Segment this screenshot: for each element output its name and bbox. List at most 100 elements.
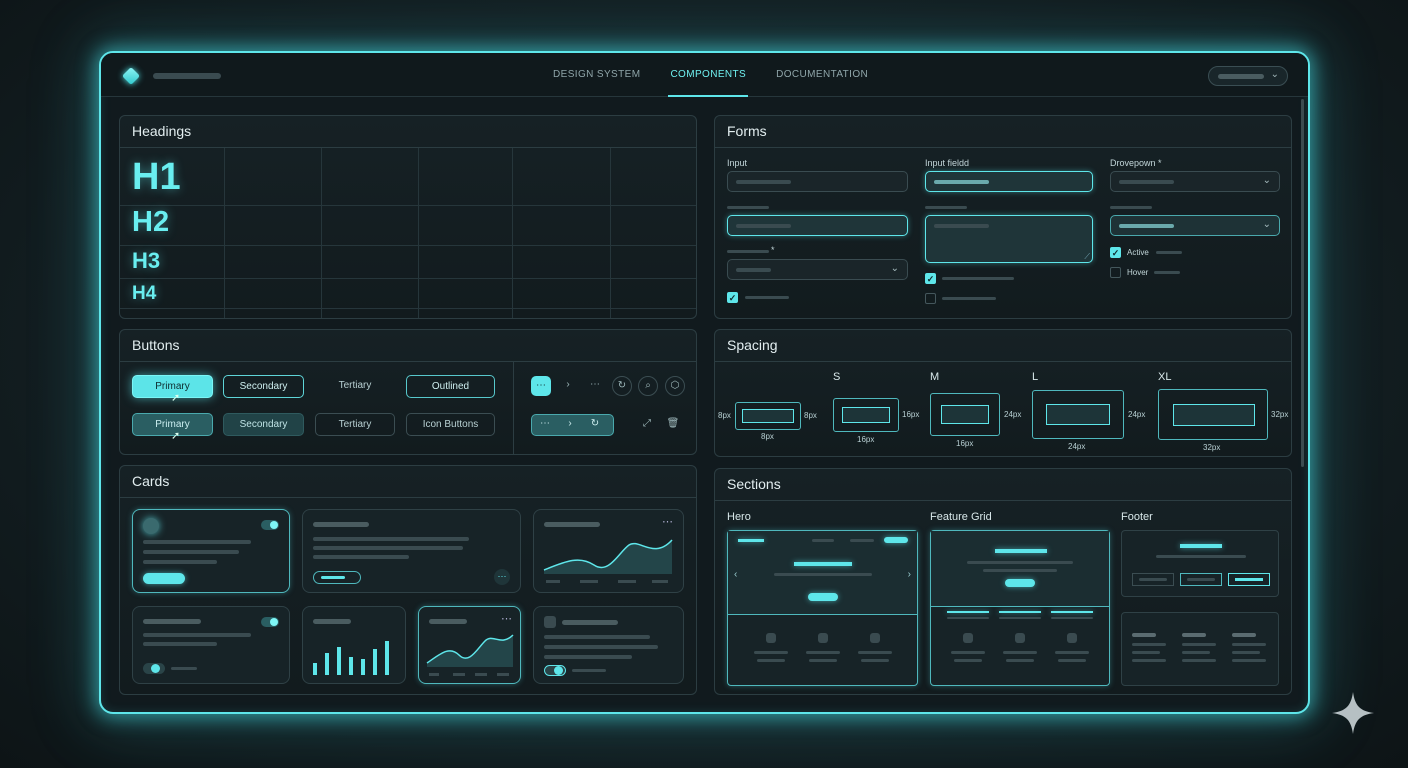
panel-title: Spacing bbox=[715, 330, 1291, 362]
bar-chart-graphic bbox=[313, 641, 389, 675]
cube-icon[interactable]: ⬡ bbox=[665, 376, 685, 396]
more-icon[interactable]: ⋯ bbox=[535, 415, 555, 435]
tab-documentation[interactable]: DOCUMENTATION bbox=[774, 53, 870, 97]
heading-h1: H1 bbox=[132, 156, 181, 198]
toggle-switch[interactable] bbox=[143, 663, 165, 674]
app-window: DESIGN SYSTEM COMPONENTS DOCUMENTATION ⌄… bbox=[99, 51, 1310, 714]
search-icon[interactable]: ⌕ bbox=[638, 376, 658, 396]
feature-grid-section-preview[interactable] bbox=[930, 530, 1110, 686]
checkbox-hover[interactable] bbox=[1110, 267, 1121, 278]
card-bar-chart[interactable] bbox=[302, 606, 406, 684]
icon-buttons-button[interactable]: Icon Buttons bbox=[406, 413, 495, 436]
tab-design-system[interactable]: DESIGN SYSTEM bbox=[551, 53, 642, 97]
avatar bbox=[143, 518, 159, 534]
spacing-label: 8px bbox=[804, 411, 817, 420]
chevron-down-icon: ⌄ bbox=[890, 263, 899, 274]
main-nav: DESIGN SYSTEM COMPONENTS DOCUMENTATION bbox=[551, 53, 870, 97]
tertiary-button-outlined[interactable]: Tertiary bbox=[315, 413, 395, 436]
logo-cube-icon[interactable] bbox=[121, 66, 141, 86]
section-label-feature-grid: Feature Grid bbox=[930, 511, 992, 523]
toggle-switch[interactable] bbox=[544, 665, 566, 676]
panel-title: Sections bbox=[715, 469, 1291, 501]
hero-section-preview[interactable]: ‹ › bbox=[727, 530, 918, 686]
more-icon[interactable]: ⋯ bbox=[494, 569, 510, 585]
forms-panel: Forms Input * ⌄ ✓ Input fieldd ⟋ ✓ Drove… bbox=[714, 115, 1292, 319]
headings-panel: Headings H1 H2 H3 H4 bbox=[119, 115, 697, 319]
card-action-button[interactable] bbox=[143, 573, 185, 584]
more-icon[interactable]: ⋯ bbox=[585, 376, 605, 396]
expand-icon[interactable]: ⤢ bbox=[637, 415, 657, 435]
spacing-size-m: M bbox=[930, 371, 940, 383]
dropdown-label: Drovepown * bbox=[1110, 158, 1162, 168]
chevron-down-icon: ⌄ bbox=[1262, 175, 1271, 186]
card-area-chart[interactable]: ⋯ bbox=[533, 509, 684, 593]
dropdown-select-active[interactable]: ⌄ bbox=[1110, 215, 1280, 236]
heading-h3: H3 bbox=[132, 248, 161, 273]
checkbox-active[interactable]: ✓ bbox=[1110, 247, 1121, 258]
card-toggle-2[interactable] bbox=[132, 606, 290, 684]
spacing-label: 24px bbox=[1128, 410, 1146, 419]
textarea-input[interactable]: ⟋ bbox=[925, 215, 1093, 263]
spacing-box-xl bbox=[1158, 389, 1268, 440]
buttons-panel: Buttons Primary Secondary Tertiary Outli… bbox=[119, 329, 697, 455]
footer-links-preview[interactable] bbox=[1121, 612, 1279, 686]
secondary-button[interactable]: Secondary bbox=[223, 375, 304, 398]
spacing-label: 32px bbox=[1271, 410, 1289, 419]
trash-icon[interactable]: 🗑 bbox=[663, 415, 683, 435]
chevron-right-icon[interactable]: › bbox=[908, 569, 911, 580]
refresh-icon[interactable]: ↻ bbox=[585, 415, 605, 435]
card-text[interactable]: ⋯ bbox=[302, 509, 521, 593]
input-field-label: Input fieldd bbox=[925, 158, 970, 168]
secondary-button-hover[interactable]: Secondary bbox=[223, 413, 304, 436]
card-list[interactable] bbox=[533, 606, 684, 684]
headings-grid bbox=[120, 148, 696, 318]
line-chart-graphic bbox=[426, 634, 514, 676]
footer-section-preview[interactable] bbox=[1121, 530, 1279, 597]
spacing-box-8 bbox=[735, 402, 801, 430]
toggle-switch[interactable] bbox=[261, 520, 279, 530]
cards-panel: Cards ⋯ ⋯ ⋯ bbox=[119, 465, 697, 695]
outlined-button[interactable]: Outlined bbox=[406, 375, 495, 398]
tertiary-button[interactable]: Tertiary bbox=[315, 375, 395, 398]
checkbox-unchecked[interactable] bbox=[925, 293, 936, 304]
text-input-focused[interactable] bbox=[727, 215, 908, 236]
refresh-icon[interactable]: ↻ bbox=[612, 376, 632, 396]
chevron-right-icon[interactable]: › bbox=[558, 376, 578, 396]
spacing-label: 16px bbox=[902, 410, 920, 419]
spacing-size-s: S bbox=[833, 371, 841, 383]
checkbox-checked[interactable]: ✓ bbox=[925, 273, 936, 284]
page-scrollbar[interactable] bbox=[1301, 99, 1304, 467]
card-line-chart[interactable]: ⋯ bbox=[418, 606, 521, 684]
input-label: Input bbox=[727, 158, 748, 168]
spacing-box-24 bbox=[930, 393, 1000, 436]
spacing-label: 32px bbox=[1203, 443, 1221, 452]
select-input[interactable]: ⌄ bbox=[727, 259, 908, 280]
checkbox-checked[interactable]: ✓ bbox=[727, 292, 738, 303]
chevron-left-icon[interactable]: ‹ bbox=[734, 569, 737, 580]
card-toggle[interactable] bbox=[132, 509, 290, 593]
spacing-box-16 bbox=[833, 398, 899, 432]
section-label-hero: Hero bbox=[727, 511, 751, 523]
toggle-switch[interactable] bbox=[261, 617, 279, 627]
sections-panel: Sections Hero Feature Grid Footer ‹ › bbox=[714, 468, 1292, 695]
area-chart-graphic bbox=[543, 539, 673, 583]
resize-handle-icon[interactable]: ⟋ bbox=[1084, 252, 1090, 262]
dropdown-select[interactable]: ⌄ bbox=[1110, 171, 1280, 192]
spacing-label: 24px bbox=[1004, 410, 1022, 419]
text-input[interactable] bbox=[727, 171, 908, 192]
tab-components[interactable]: COMPONENTS bbox=[668, 53, 749, 97]
brand-name-placeholder bbox=[153, 73, 221, 79]
spacing-label: 16px bbox=[956, 439, 974, 448]
checkbox-icon[interactable] bbox=[544, 616, 556, 628]
sparkle-icon bbox=[1332, 692, 1374, 734]
heading-h2: H2 bbox=[132, 206, 170, 238]
cursor-icon: ➚ bbox=[171, 430, 181, 442]
spacing-label: 8px bbox=[761, 432, 774, 441]
tag-pill[interactable] bbox=[313, 571, 361, 584]
cursor-icon: ➚ bbox=[171, 392, 181, 404]
user-menu-button[interactable]: ⌄ bbox=[1208, 66, 1288, 86]
text-input-active[interactable] bbox=[925, 171, 1093, 192]
more-icon[interactable]: ⋯ bbox=[531, 376, 551, 396]
panel-title: Buttons bbox=[120, 330, 696, 362]
chevron-right-icon[interactable]: › bbox=[560, 415, 580, 435]
